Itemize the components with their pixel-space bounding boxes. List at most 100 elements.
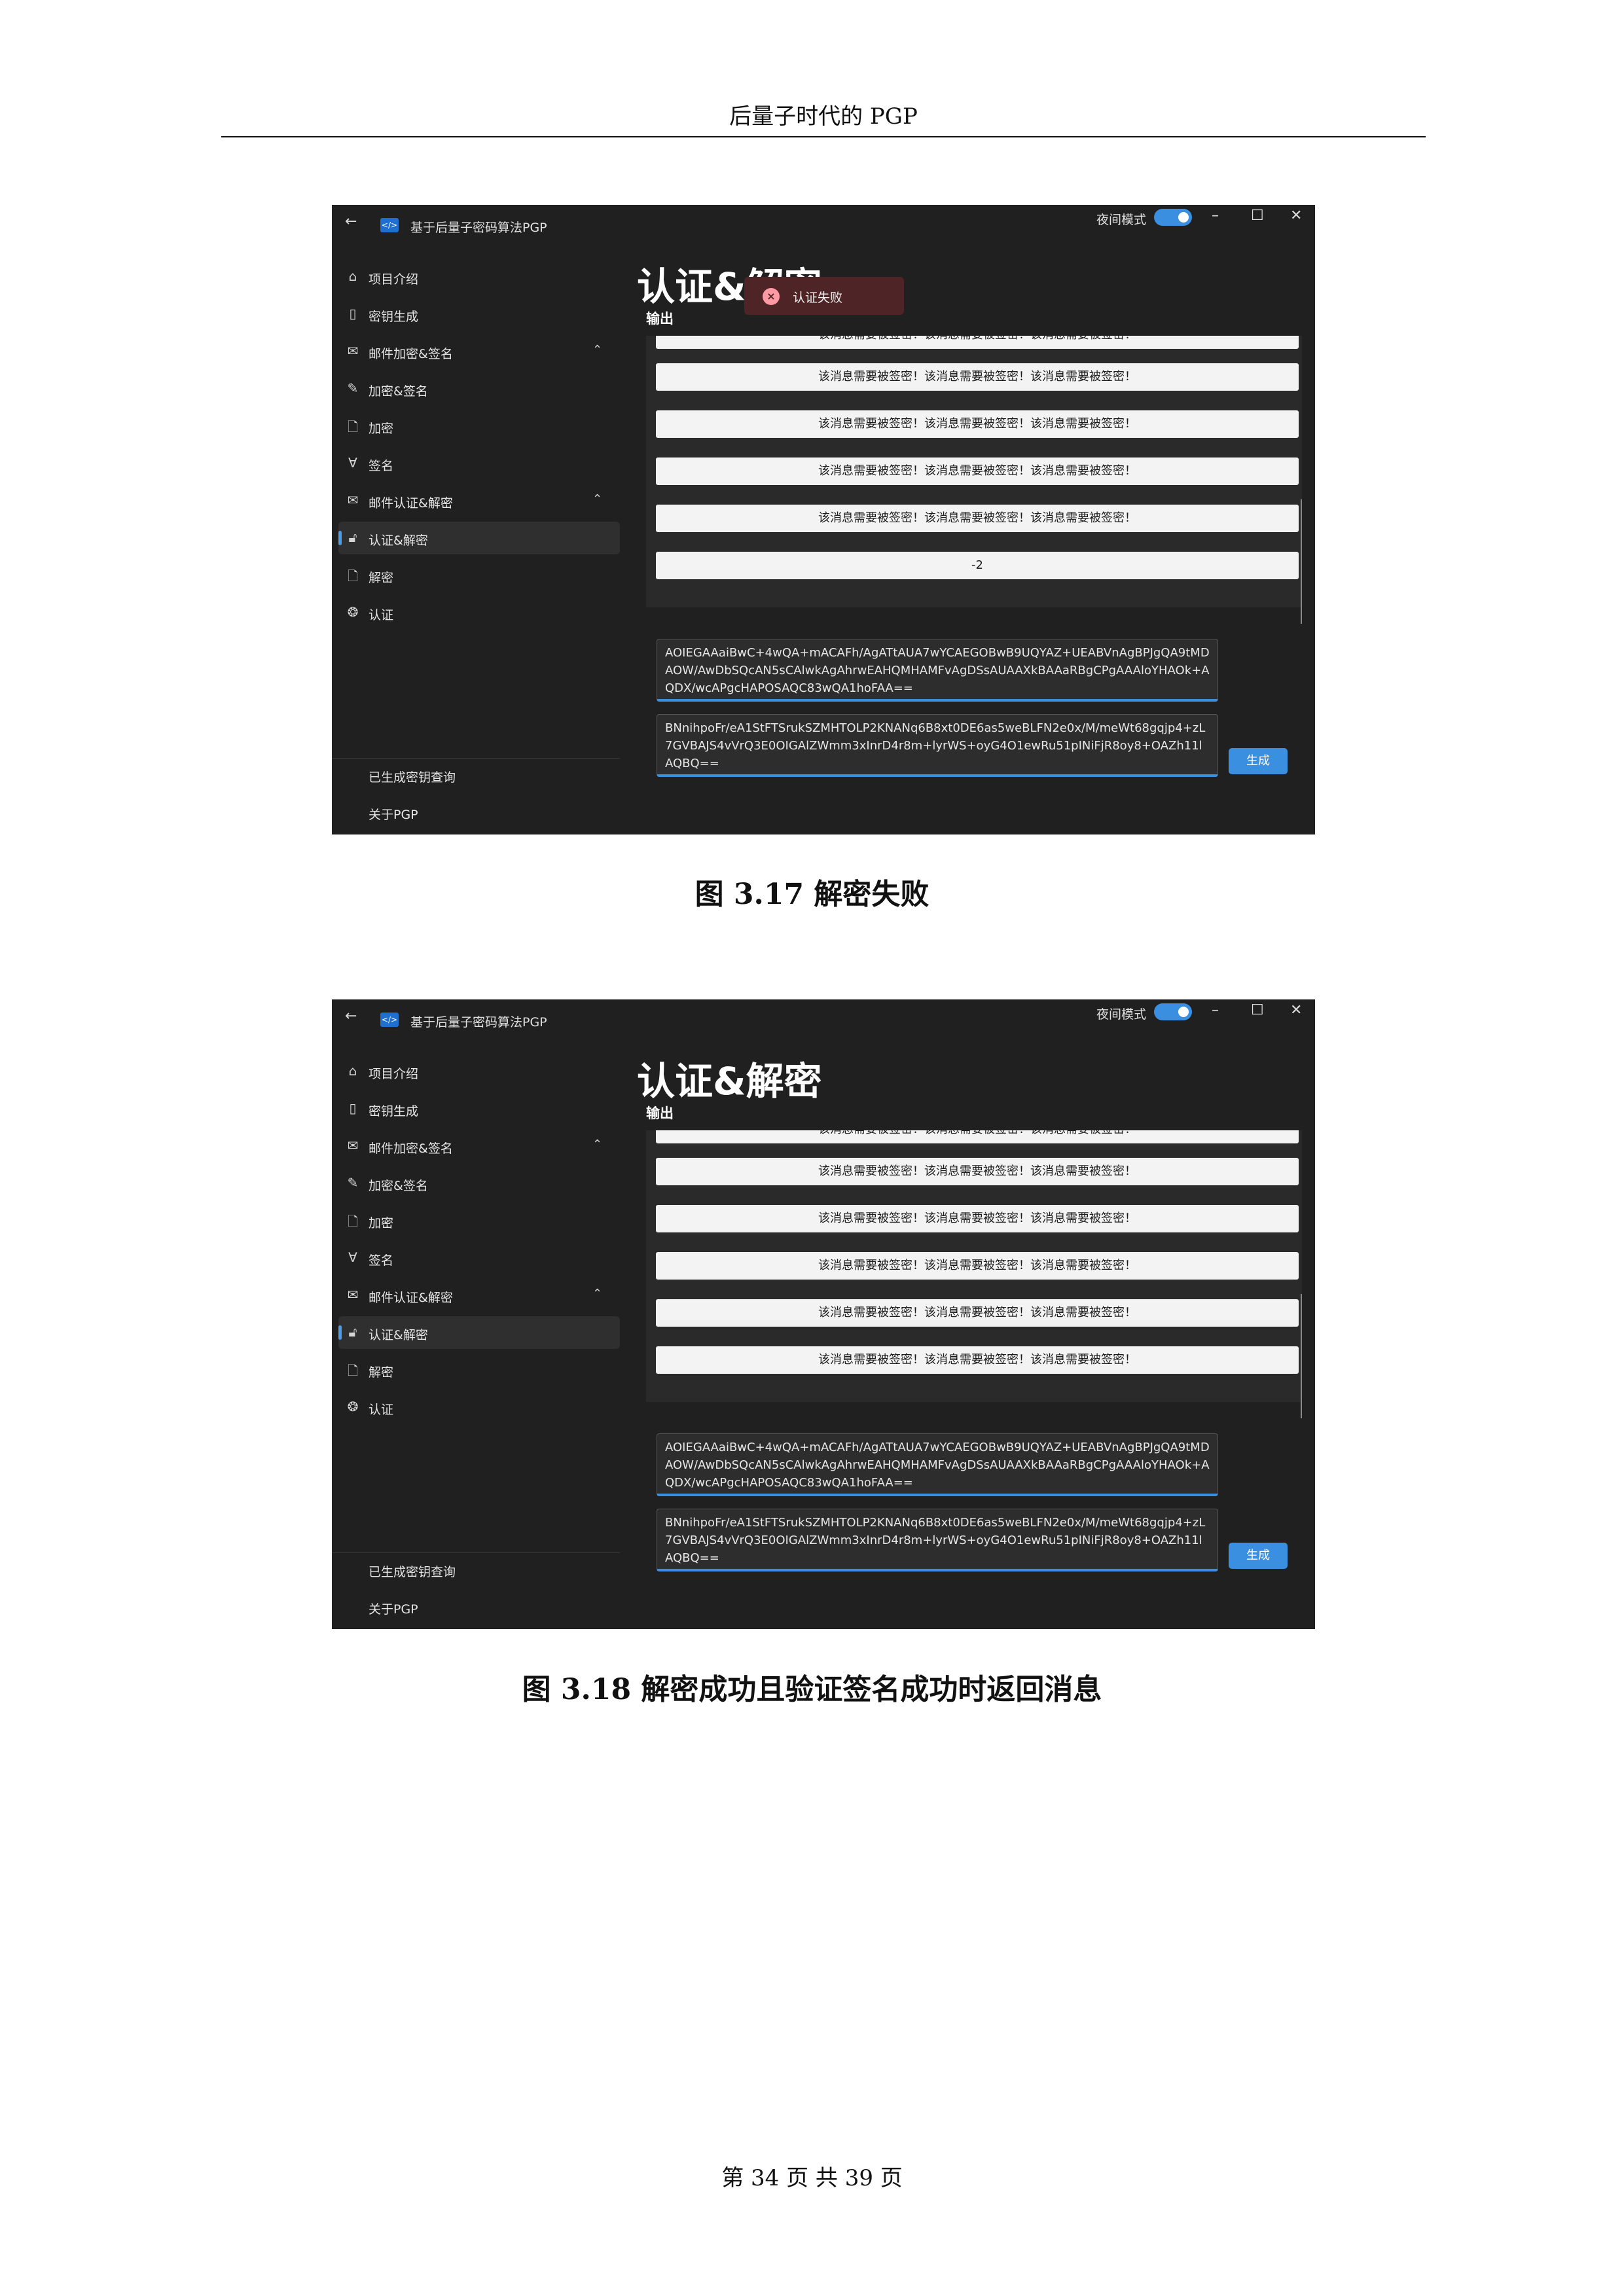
key-input-2[interactable]: BNnihpoFr/eA1StFTSrukSZMHTOLP2KNANq6B8xt…: [657, 1509, 1218, 1571]
fingerprint-icon: ❂: [347, 604, 359, 620]
minimize-icon[interactable]: –: [1212, 1002, 1219, 1018]
pen-sign-icon: ✎: [347, 380, 359, 396]
sidebar-item-verify[interactable]: ❂ 认证: [332, 596, 620, 629]
sidebar-item-encrypt[interactable]: 🗋 加密: [332, 1204, 620, 1237]
sidebar-group-mail-verify-decrypt[interactable]: ✉ 邮件认证&解密 ⌃: [332, 1279, 620, 1312]
lock-document-icon: 🗋: [347, 1213, 359, 1229]
list-item: 该消息需要被签密！该消息需要被签密！该消息需要被签密！: [656, 410, 1299, 438]
sidebar-item-about[interactable]: 关于PGP: [369, 805, 418, 823]
sidebar-item-encrypt-sign[interactable]: ✎ 加密&签名: [332, 372, 620, 405]
list-item: 该消息需要被签密！该消息需要被签密！该消息需要被签密！: [656, 1252, 1299, 1280]
sidebar-item-intro[interactable]: ⌂ 项目介绍: [332, 1055, 620, 1088]
sidebar-item-intro[interactable]: ⌂ 项目介绍: [332, 260, 620, 293]
signature-icon: ∀: [348, 1249, 357, 1265]
output-list[interactable]: 该消息需要被签密！该消息需要被签密！该消息需要被签密！ 该消息需要被签密！该消息…: [646, 336, 1302, 607]
night-mode-toggle[interactable]: [1154, 209, 1192, 226]
list-item: 该消息需要被签密！该消息需要被签密！该消息需要被签密！: [656, 1205, 1299, 1232]
fingerprint-icon: ❂: [347, 1399, 359, 1414]
error-icon: ×: [763, 288, 780, 305]
title-bar: ← </> 基于后量子密码算法PGP 夜间模式 – ☐ ✕: [332, 205, 1315, 238]
app-title: 基于后量子密码算法PGP: [410, 221, 547, 235]
figure-caption-3-18: 图 3.18 解密成功且验证签名成功时返回消息: [522, 1673, 1102, 1706]
screenshot-decrypt-failed: ← </> 基于后量子密码算法PGP 夜间模式 – ☐ ✕ ⌂ 项目介绍 ▯ 密…: [332, 205, 1315, 834]
mail-unlock-icon: ✉: [347, 1287, 359, 1302]
close-icon[interactable]: ✕: [1290, 1002, 1302, 1018]
sidebar-group-mail-verify-decrypt[interactable]: ✉ 邮件认证&解密 ⌃: [332, 484, 620, 517]
generate-button[interactable]: 生成: [1229, 1543, 1288, 1569]
night-mode-label: 夜间模式: [1096, 213, 1147, 227]
scrollbar[interactable]: [1301, 1294, 1302, 1418]
minimize-icon[interactable]: –: [1212, 207, 1219, 224]
sidebar-item-keygen[interactable]: ▯ 密钥生成: [332, 1092, 620, 1125]
lock-document-icon: 🗋: [347, 419, 359, 435]
pen-sign-icon: ✎: [347, 1175, 359, 1191]
list-item: 该消息需要被签密！该消息需要被签密！该消息需要被签密！: [656, 336, 1299, 349]
page-header: 后量子时代的 PGP: [729, 103, 918, 130]
unlock-icon: 🔓︎: [348, 1324, 357, 1340]
night-mode-toggle[interactable]: [1154, 1003, 1192, 1020]
close-icon[interactable]: ✕: [1290, 207, 1302, 224]
chevron-up-icon: ⌃: [592, 1287, 603, 1300]
app-title: 基于后量子密码算法PGP: [410, 1015, 547, 1030]
key-document-icon: ▯: [349, 306, 357, 321]
title-bar: ← </> 基于后量子密码算法PGP 夜间模式 – ☐ ✕: [332, 999, 1315, 1032]
header-rule: [221, 136, 1426, 137]
list-item: 该消息需要被签密！该消息需要被签密！该消息需要被签密！: [656, 1346, 1299, 1374]
sidebar-item-key-query[interactable]: 已生成密钥查询: [369, 1562, 456, 1580]
chevron-up-icon: ⌃: [592, 492, 603, 506]
document-icon: 🗋: [347, 568, 359, 584]
output-list[interactable]: 该消息需要被签密！该消息需要被签密！该消息需要被签密！ 该消息需要被签密！该消息…: [646, 1130, 1302, 1402]
mail-unlock-icon: ✉: [347, 492, 359, 508]
mail-lock-icon: ✉: [347, 1138, 359, 1153]
sidebar-item-sign[interactable]: ∀ 签名: [332, 447, 620, 480]
toast-message: 认证失败: [793, 291, 843, 305]
list-item: 该消息需要被签密！该消息需要被签密！该消息需要被签密！: [656, 505, 1299, 532]
sidebar-item-decrypt[interactable]: 🗋 解密: [332, 1354, 620, 1386]
back-arrow-icon[interactable]: ←: [345, 213, 357, 230]
list-item: 该消息需要被签密！该消息需要被签密！该消息需要被签密！: [656, 1130, 1299, 1143]
sidebar-group-mail-encrypt-sign[interactable]: ✉ 邮件加密&签名 ⌃: [332, 1130, 620, 1162]
page-title: 认证&解密: [637, 1059, 822, 1103]
sidebar-item-verify[interactable]: ❂ 认证: [332, 1391, 620, 1424]
key-input-2[interactable]: BNnihpoFr/eA1StFTSrukSZMHTOLP2KNANq6B8xt…: [657, 714, 1218, 777]
sidebar-divider: [332, 1552, 620, 1553]
generate-button[interactable]: 生成: [1229, 748, 1288, 774]
key-document-icon: ▯: [349, 1100, 357, 1116]
figure-caption-3-17: 图 3.17 解密失败: [695, 878, 929, 911]
sidebar-item-verify-decrypt[interactable]: 🔓︎ 认证&解密: [338, 1316, 620, 1349]
sidebar-item-decrypt[interactable]: 🗋 解密: [332, 559, 620, 592]
chevron-up-icon: ⌃: [592, 343, 603, 357]
document-icon: 🗋: [347, 1363, 359, 1378]
sidebar-item-sign[interactable]: ∀ 签名: [332, 1242, 620, 1274]
list-item: 该消息需要被签密！该消息需要被签密！该消息需要被签密！: [656, 457, 1299, 485]
app-logo-icon: </>: [380, 218, 399, 232]
home-icon: ⌂: [348, 1063, 357, 1079]
key-input-1[interactable]: AOIEGAAaiBwC+4wQA+mACAFh/AgATtAUA7wYCAEG…: [657, 639, 1218, 702]
unlock-icon: 🔓︎: [348, 529, 357, 545]
home-icon: ⌂: [348, 268, 357, 284]
output-label: 输出: [646, 1105, 674, 1121]
list-item: 该消息需要被签密！该消息需要被签密！该消息需要被签密！: [656, 1158, 1299, 1185]
app-logo-icon: </>: [380, 1013, 399, 1027]
sidebar-item-encrypt[interactable]: 🗋 加密: [332, 410, 620, 442]
scrollbar[interactable]: [1301, 499, 1302, 624]
maximize-icon[interactable]: ☐: [1251, 207, 1264, 224]
mail-lock-icon: ✉: [347, 343, 359, 359]
list-item: -2: [656, 552, 1299, 579]
sidebar-item-keygen[interactable]: ▯ 密钥生成: [332, 298, 620, 331]
key-input-1[interactable]: AOIEGAAaiBwC+4wQA+mACAFh/AgATtAUA7wYCAEG…: [657, 1433, 1218, 1496]
sidebar-item-encrypt-sign[interactable]: ✎ 加密&签名: [332, 1167, 620, 1200]
screenshot-decrypt-success: ← </> 基于后量子密码算法PGP 夜间模式 – ☐ ✕ ⌂ 项目介绍 ▯ 密…: [332, 999, 1315, 1629]
maximize-icon[interactable]: ☐: [1251, 1002, 1264, 1018]
list-item: 该消息需要被签密！该消息需要被签密！该消息需要被签密！: [656, 363, 1299, 391]
back-arrow-icon[interactable]: ←: [345, 1008, 357, 1024]
sidebar-group-mail-encrypt-sign[interactable]: ✉ 邮件加密&签名 ⌃: [332, 335, 620, 368]
sidebar-item-verify-decrypt[interactable]: 🔓︎ 认证&解密: [338, 522, 620, 554]
night-mode-label: 夜间模式: [1096, 1007, 1147, 1022]
page-footer: 第 34 页 共 39 页: [721, 2165, 903, 2191]
list-item: 该消息需要被签密！该消息需要被签密！该消息需要被签密！: [656, 1299, 1299, 1327]
sidebar-item-about[interactable]: 关于PGP: [369, 1600, 418, 1617]
error-toast: × 认证失败: [744, 277, 904, 315]
sidebar-item-key-query[interactable]: 已生成密钥查询: [369, 768, 456, 785]
output-label: 输出: [646, 311, 674, 327]
